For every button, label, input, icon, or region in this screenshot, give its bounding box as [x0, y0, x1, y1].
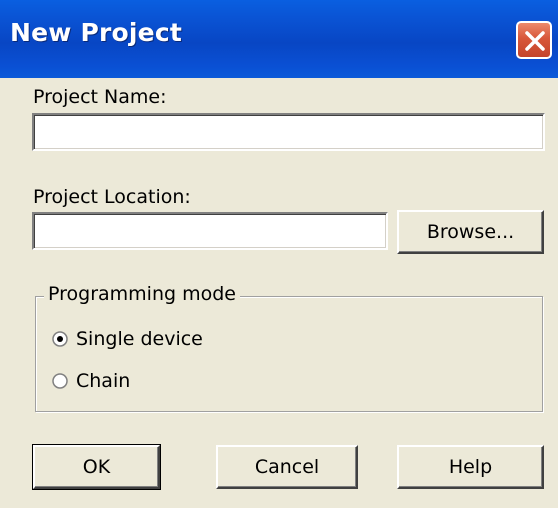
ok-button[interactable]: OK: [32, 444, 161, 490]
dialog-title: New Project: [10, 18, 182, 47]
cancel-button[interactable]: Cancel: [216, 445, 358, 489]
browse-button[interactable]: Browse...: [397, 210, 544, 254]
single-device-radio[interactable]: [52, 331, 68, 347]
close-button[interactable]: [516, 21, 552, 59]
chain-label[interactable]: Chain: [76, 370, 130, 392]
programming-mode-legend: Programming mode: [44, 283, 240, 305]
programming-mode-group: [35, 296, 543, 412]
single-device-label[interactable]: Single device: [76, 328, 203, 350]
chain-radio[interactable]: [52, 373, 68, 389]
close-icon: [525, 31, 545, 51]
new-project-dialog: New Project Project Name: Project Locati…: [0, 0, 558, 508]
help-button[interactable]: Help: [397, 445, 544, 489]
project-name-field[interactable]: [32, 113, 545, 151]
title-bar[interactable]: New Project: [0, 0, 558, 78]
project-location-field[interactable]: [32, 212, 388, 250]
project-name-label: Project Name:: [33, 86, 167, 108]
project-location-label: Project Location:: [33, 186, 191, 208]
